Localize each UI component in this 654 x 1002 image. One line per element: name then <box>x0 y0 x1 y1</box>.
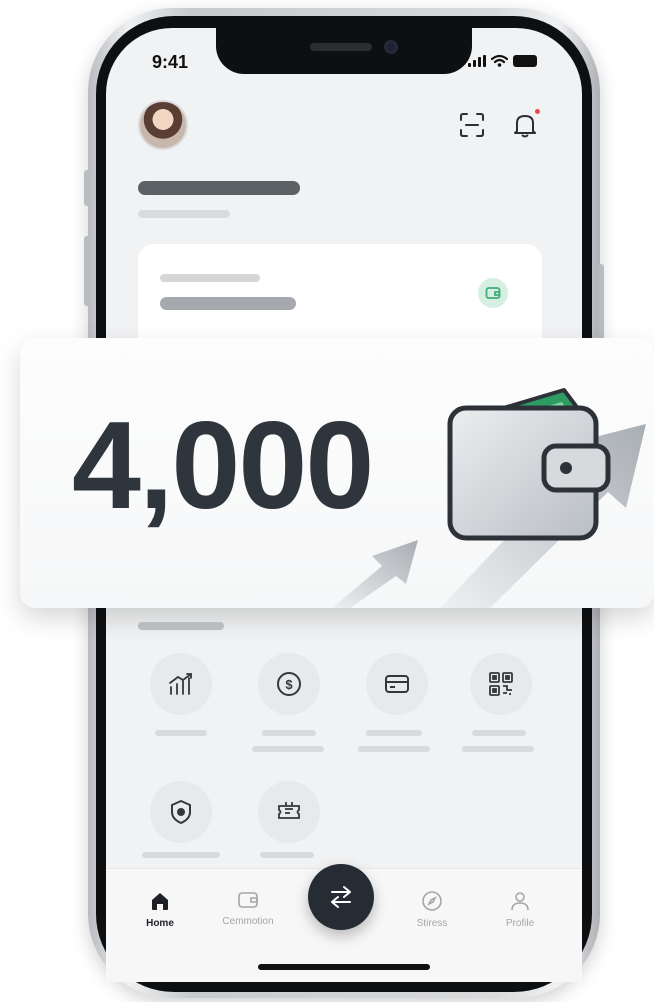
scan-frame-icon <box>460 113 484 137</box>
compass-icon <box>422 891 442 911</box>
tab-profile-label: Profile <box>505 918 535 929</box>
quick-action-security[interactable] <box>150 781 212 843</box>
scan-button[interactable] <box>455 108 489 142</box>
battery-icon <box>513 55 537 67</box>
svg-text:$: $ <box>285 677 293 692</box>
quick-action-tickets[interactable] <box>258 781 320 843</box>
tab-profile[interactable]: Profile <box>480 890 560 929</box>
qr-code-icon <box>489 672 513 696</box>
status-icons <box>468 54 537 67</box>
chart-growth-icon <box>169 673 192 695</box>
cellular-signal-icon <box>468 55 486 67</box>
wallet-badge <box>478 278 508 308</box>
section-title-placeholder <box>138 622 224 630</box>
action-label-placeholder <box>252 746 324 752</box>
user-avatar[interactable] <box>138 100 188 150</box>
home-icon <box>152 893 168 910</box>
balance-label-placeholder <box>160 274 260 282</box>
notification-badge <box>533 107 542 116</box>
transfer-button[interactable] <box>308 864 374 930</box>
balance-value-placeholder <box>160 297 296 310</box>
tab-cemmotion[interactable]: Cemmotion <box>208 890 288 927</box>
wallet-outline-icon <box>238 892 258 908</box>
balance-amount: 4,000 <box>72 397 374 535</box>
action-label-placeholder <box>472 730 526 736</box>
wallet-icon <box>447 388 611 541</box>
tab-cemmotion-label: Cemmotion <box>222 916 274 927</box>
volume-up-button <box>84 236 90 306</box>
quick-action-pay[interactable]: $ <box>258 653 320 715</box>
ticket-icon <box>278 802 300 819</box>
tab-home[interactable]: Home <box>120 890 200 929</box>
swap-arrows-icon <box>331 886 351 908</box>
action-label-placeholder <box>142 852 220 858</box>
card-icon <box>385 675 409 693</box>
front-camera <box>384 40 398 54</box>
tab-stiress[interactable]: Stiress <box>392 890 472 929</box>
wallet-icon <box>485 287 501 299</box>
subtitle-placeholder <box>138 210 230 218</box>
mute-switch <box>84 170 90 206</box>
quick-action-cards[interactable] <box>366 653 428 715</box>
balance-highlight-card: 4,000 <box>20 338 654 608</box>
tab-home-label: Home <box>146 918 174 929</box>
action-label-placeholder <box>358 746 430 752</box>
quick-action-qr[interactable] <box>470 653 532 715</box>
action-label-placeholder <box>262 730 316 736</box>
person-icon <box>511 892 529 911</box>
home-indicator <box>258 964 430 970</box>
earpiece-speaker <box>310 43 372 51</box>
dollar-circle-icon: $ <box>277 672 301 696</box>
greeting-placeholder <box>138 181 300 195</box>
wifi-icon <box>491 54 508 67</box>
shield-badge-icon <box>171 800 191 824</box>
action-label-placeholder <box>462 746 534 752</box>
action-label-placeholder <box>260 852 314 858</box>
action-label-placeholder <box>155 730 207 736</box>
action-label-placeholder <box>366 730 422 736</box>
notch <box>216 28 472 74</box>
tab-stiress-label: Stiress <box>416 918 448 929</box>
quick-action-investments[interactable] <box>150 653 212 715</box>
status-time: 9:41 <box>152 52 189 72</box>
